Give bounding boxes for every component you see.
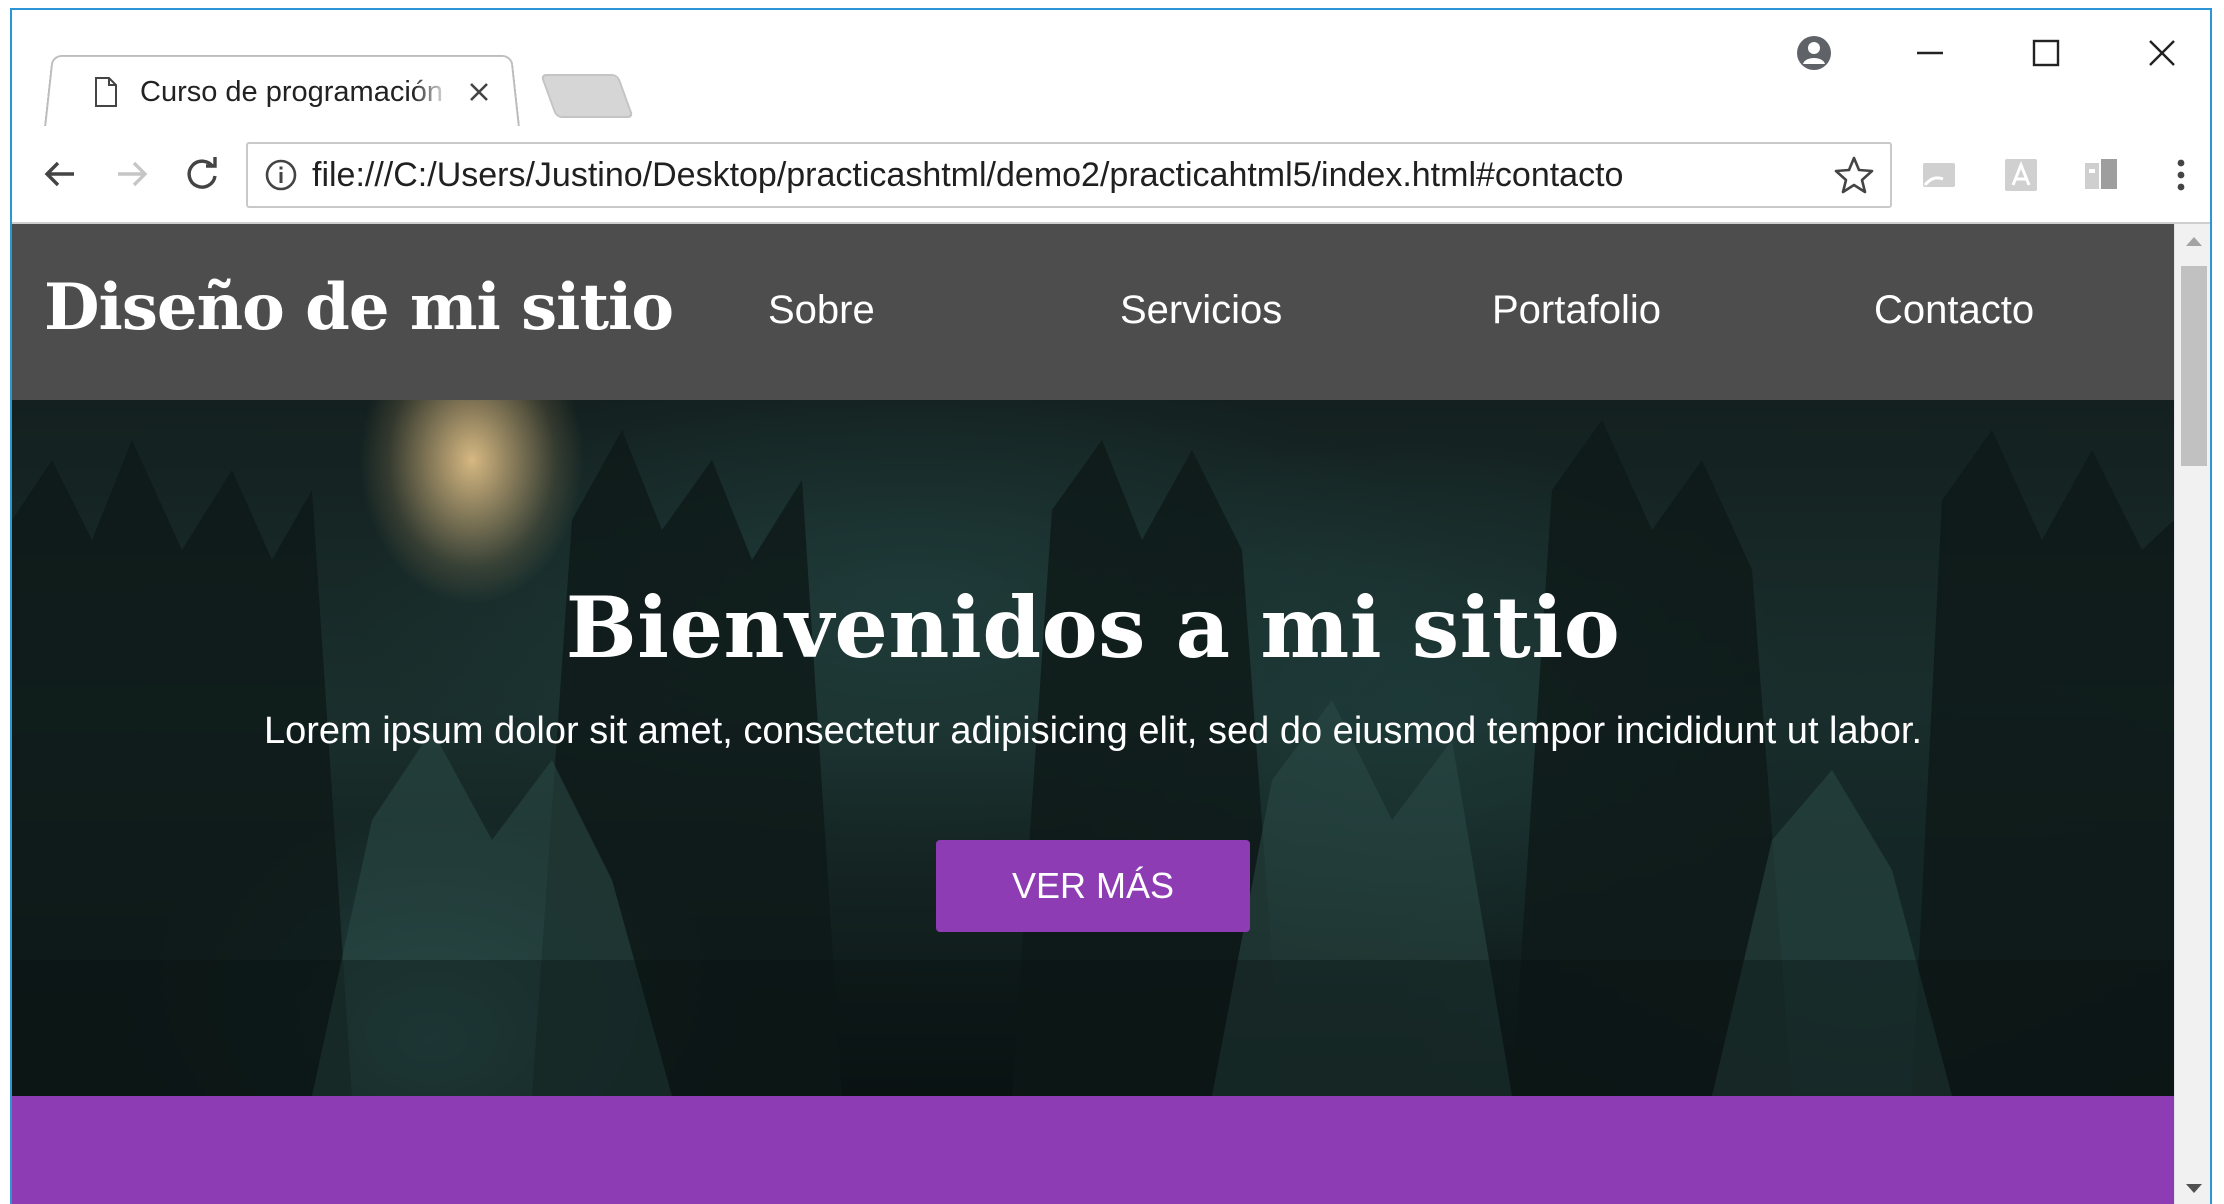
extension-button-1[interactable]: [1916, 152, 1962, 198]
kebab-menu-icon: [2177, 159, 2185, 191]
reload-button[interactable]: [174, 146, 230, 202]
extension-button-2[interactable]: [1998, 152, 2044, 198]
page-icon: [95, 77, 117, 107]
forward-arrow-icon: [118, 161, 148, 187]
extension-button-3[interactable]: [2078, 152, 2124, 198]
nav-link-servicios[interactable]: Servicios: [1120, 288, 1282, 333]
tab-title: Curso de programación web: [140, 75, 450, 108]
back-arrow-icon: [44, 161, 74, 187]
reload-icon: [187, 157, 217, 189]
hero-section: Bienvenidos a mi sitio Lorem ipsum dolor…: [12, 400, 2174, 1096]
scroll-up-arrow-icon: [2186, 237, 2202, 246]
site-brand[interactable]: Diseño de mi sitio: [44, 270, 674, 345]
scroll-down-button[interactable]: [2175, 1172, 2210, 1204]
close-window-button[interactable]: [2132, 28, 2192, 78]
vertical-scrollbar[interactable]: [2174, 224, 2210, 1204]
new-tab-button[interactable]: [539, 74, 635, 118]
nav-link-portafolio[interactable]: Portafolio: [1492, 288, 1661, 333]
maximize-button[interactable]: [2016, 28, 2076, 78]
nav-link-contacto[interactable]: Contacto: [1874, 288, 2034, 333]
profile-button[interactable]: [1784, 28, 1844, 78]
scroll-up-button[interactable]: [2175, 224, 2210, 258]
star-icon[interactable]: [1834, 155, 1874, 195]
forward-button[interactable]: [104, 146, 160, 202]
ver-mas-button[interactable]: VER MÁS: [936, 840, 1250, 932]
back-button[interactable]: [32, 146, 88, 202]
reader-icon: [2085, 159, 2117, 189]
title-bar: Curso de programación web: [12, 10, 2210, 129]
url-text[interactable]: file:///C:/Users/Justino/Desktop/practic…: [312, 156, 1834, 195]
maximize-icon: [2032, 39, 2060, 67]
minimize-icon: [1917, 51, 1943, 55]
address-bar[interactable]: file:///C:/Users/Justino/Desktop/practic…: [246, 142, 1892, 208]
active-tab[interactable]: Curso de programación web: [48, 56, 516, 128]
cast-icon: [1923, 163, 1955, 187]
scroll-down-arrow-icon: [2186, 1184, 2202, 1193]
tab-close-icon[interactable]: [468, 81, 490, 103]
scrollbar-thumb[interactable]: [2181, 266, 2207, 466]
nav-link-sobre[interactable]: Sobre: [768, 288, 875, 333]
page-viewport: Diseño de mi sitio Sobre Servicios Porta…: [12, 224, 2174, 1204]
hero-title: Bienvenidos a mi sitio: [565, 578, 1621, 677]
browser-menu-button[interactable]: [2158, 152, 2204, 198]
browser-toolbar: file:///C:/Users/Justino/Desktop/practic…: [12, 126, 2210, 224]
profile-icon: [1797, 36, 1831, 70]
close-icon: [2149, 40, 2175, 66]
site-header: Diseño de mi sitio Sobre Servicios Porta…: [12, 224, 2174, 400]
browser-window: Curso de programación web: [10, 8, 2212, 1204]
purple-section: [12, 1096, 2174, 1204]
pdf-icon: [2005, 159, 2037, 191]
minimize-button[interactable]: [1900, 28, 1960, 78]
info-icon[interactable]: [264, 158, 298, 192]
hero-text: Lorem ipsum dolor sit amet, consectetur …: [263, 710, 1923, 752]
